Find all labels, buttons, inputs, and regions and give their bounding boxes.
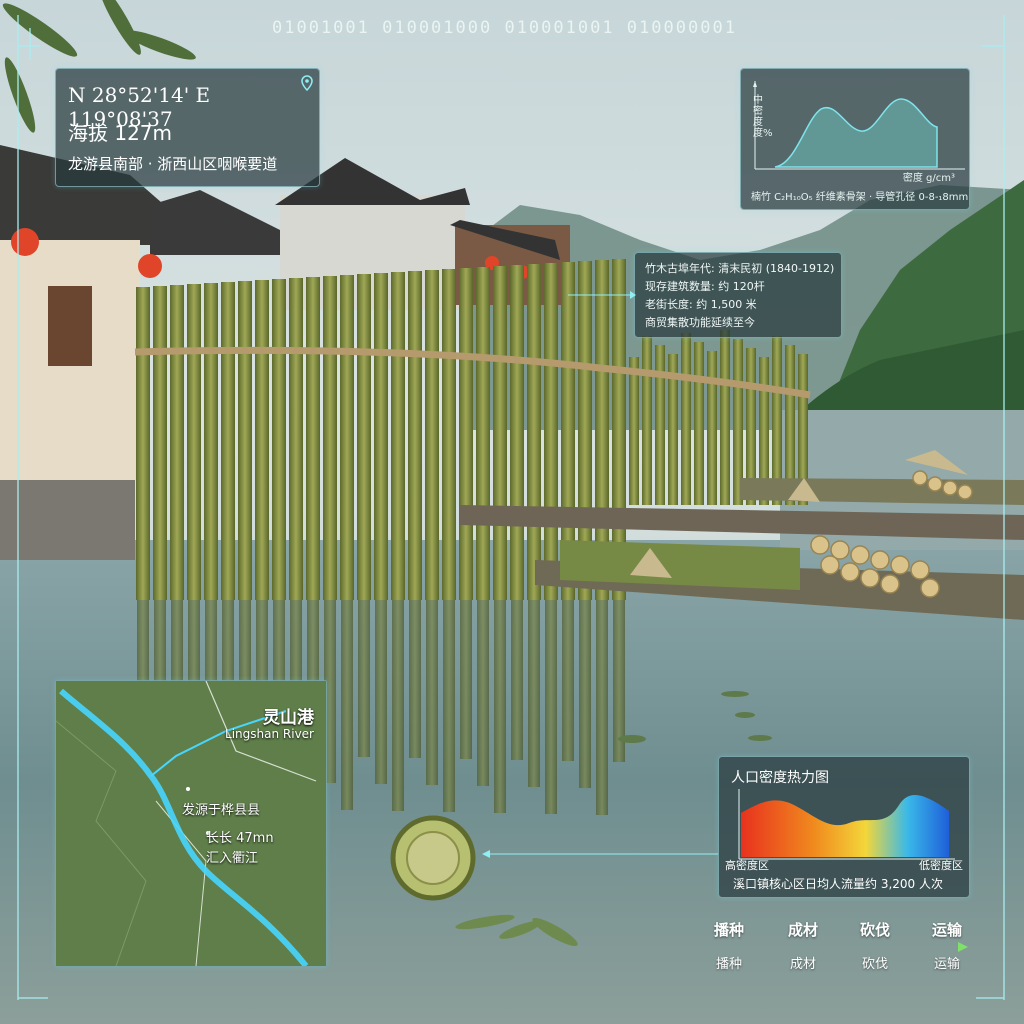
bamboo-pole xyxy=(153,286,167,600)
process-step-2: 成材 xyxy=(788,921,819,939)
history-stats-panel: 竹木古埠年代: 清末民初 (1840-1912) 现存建筑数量: 约 120杆 … xyxy=(634,252,842,338)
bamboo-pole xyxy=(459,268,473,600)
bamboo-pole xyxy=(391,272,405,600)
bamboo-pole xyxy=(238,281,252,600)
bamboo-pole xyxy=(544,263,558,600)
population-heatmap-panel: 人口密度热力图 高密度区 低密度区 溪口镇核心区日均人流量约 3,200 人次 xyxy=(718,756,970,898)
pole-reflection xyxy=(409,600,421,758)
bamboo-pole xyxy=(357,274,371,600)
heatmap-high-density-label: 高密度区 xyxy=(725,859,769,872)
bamboo-pole xyxy=(340,275,354,600)
density-xlabel: 密度 g/cm³ xyxy=(902,173,955,184)
location-text: 龙游县南部 · 浙西山区咽喉要道 xyxy=(68,155,278,173)
pole-reflection xyxy=(596,600,608,815)
bamboo-pole xyxy=(510,265,524,600)
bamboo-pole xyxy=(629,357,639,505)
bamboo-pole xyxy=(425,270,439,600)
bamboo-pole xyxy=(642,336,652,505)
pole-reflection xyxy=(460,600,472,759)
pole-reflection xyxy=(443,600,455,812)
pole-reflection xyxy=(341,600,353,810)
density-chart-panel: 中密度度% 密度 g/cm³ 楠竹 C₂H₁₀O₅ 纤维素骨架 · 导管孔径 0… xyxy=(740,68,970,210)
bamboo-pole xyxy=(408,271,422,600)
pole-reflection xyxy=(545,600,557,814)
process-sub-2: 成材 xyxy=(790,957,817,972)
bamboo-pole xyxy=(527,264,541,600)
stats-connector xyxy=(568,291,636,299)
binary-header: 01001001 010001000 010001001 010000001 xyxy=(272,18,737,38)
pole-reflection xyxy=(358,600,370,757)
pole-reflection xyxy=(579,600,591,788)
process-sub-3: 砍伐 xyxy=(862,957,889,972)
heatmap-area xyxy=(741,794,949,857)
heatmap-connector xyxy=(482,850,718,858)
bamboo-pole xyxy=(255,280,269,600)
bamboo-pole xyxy=(374,273,388,600)
pole-reflection xyxy=(426,600,438,785)
bamboo-pole xyxy=(289,278,303,600)
altitude-text: 海拔 127m xyxy=(68,121,173,145)
river-map-panel: 灵山港 Lingshan River 发源于桦县县 长长 47mn 汇入衢江 xyxy=(55,680,327,967)
pole-reflection xyxy=(477,600,489,786)
stats-buildings: 现存建筑数量: 约 120杆 xyxy=(645,280,765,293)
pole-reflection xyxy=(494,600,506,813)
bamboo-pole xyxy=(221,282,235,600)
bamboo-pole xyxy=(323,276,337,600)
bamboo-pole xyxy=(694,342,704,505)
bamboo-pole xyxy=(720,330,730,505)
process-sub-1: 播种 xyxy=(716,957,743,972)
density-footnote: 楠竹 C₂H₁₀O₅ 纤维素骨架 · 导管孔径 0-8-₁8mm xyxy=(751,192,969,203)
stats-era: 竹木古埠年代: 清末民初 (1840-1912) xyxy=(645,262,835,275)
bamboo-pole xyxy=(306,277,320,600)
heatmap-low-density-label: 低密度区 xyxy=(919,859,963,872)
bamboo-pole xyxy=(476,267,490,600)
process-sub-4: 运输 xyxy=(934,957,961,972)
bamboo-pole xyxy=(272,279,286,600)
bamboo-pole xyxy=(442,269,456,600)
density-ylabel: 中密度度% xyxy=(753,95,773,139)
map-title-cn: 灵山港 xyxy=(263,708,314,728)
location-pin-icon xyxy=(301,75,313,91)
bamboo-pole xyxy=(681,333,691,505)
bamboo-pole xyxy=(187,284,201,600)
density-curve xyxy=(774,98,938,168)
coordinate-panel: N 28°52'14' E 119°08'37 海拔 127m 龙游县南部 · … xyxy=(55,68,320,187)
map-source-label: 发源于桦县县 xyxy=(182,803,261,818)
bamboo-process-flow: 播种 成材 砍伐 运输 播种 成材 砍伐 运输 xyxy=(712,915,972,975)
bamboo-pole xyxy=(655,345,665,505)
pole-reflection xyxy=(562,600,574,761)
map-confluence-label: 汇入衢江 xyxy=(206,851,259,866)
stats-street-length: 老街长度: 约 1,500 米 xyxy=(645,298,757,311)
map-length-label: 长长 47mn xyxy=(206,831,274,846)
process-step-4: 运输 xyxy=(932,921,963,939)
stats-trade: 商贸集散功能延续至今 xyxy=(645,316,755,329)
heatmap-footnote: 溪口镇核心区日均人流量约 3,200 人次 xyxy=(733,877,943,891)
bamboo-pole xyxy=(493,266,507,600)
pole-reflection xyxy=(511,600,523,760)
pole-reflection xyxy=(528,600,540,787)
bamboo-pole xyxy=(170,285,184,600)
bamboo-pole xyxy=(136,287,150,600)
process-step-1: 播种 xyxy=(714,921,745,939)
pole-reflection xyxy=(392,600,404,811)
map-title-en: Lingshan River xyxy=(225,727,314,741)
process-step-3: 砍伐 xyxy=(860,921,891,939)
bamboo-pole xyxy=(204,283,218,600)
pole-reflection xyxy=(375,600,387,784)
process-arrow xyxy=(714,942,968,952)
bamboo-pole xyxy=(707,351,717,505)
